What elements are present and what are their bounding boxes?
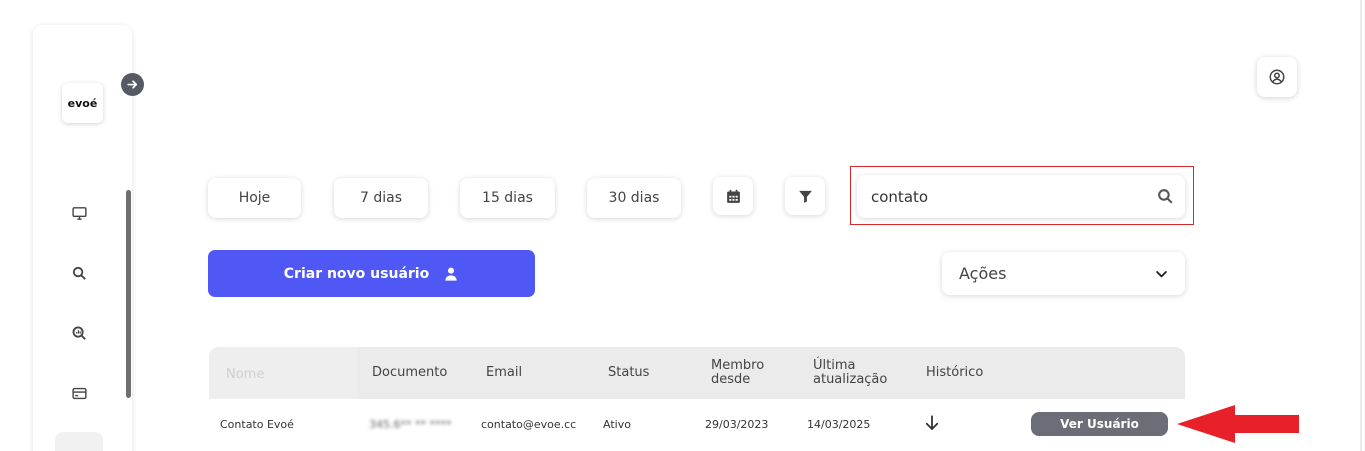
actions-dropdown[interactable]: Ações xyxy=(942,252,1185,295)
filter-today-button[interactable]: Hoje xyxy=(208,178,301,218)
sidebar-item-monitor[interactable] xyxy=(69,203,89,223)
filter-30-days-button[interactable]: 30 dias xyxy=(587,178,681,218)
page-edge-divider xyxy=(1360,0,1362,451)
actions-dropdown-label: Ações xyxy=(959,264,1007,283)
sidebar: evoé xyxy=(33,25,132,451)
header-member-since-line1: Membro xyxy=(711,358,765,373)
create-user-label: Criar novo usuário xyxy=(283,265,430,282)
page: evoé Hoje 7 dias 15 dias 30 dias contato… xyxy=(0,0,1365,451)
user-circle-icon xyxy=(1269,69,1285,85)
credit-card-icon xyxy=(71,387,87,399)
header-last-update-line2: atualização xyxy=(813,372,888,387)
arrow-right-icon xyxy=(127,80,138,89)
header-last-update-line1: Última xyxy=(813,358,856,373)
filter-funnel-icon xyxy=(798,190,812,203)
arrow-down-icon[interactable] xyxy=(923,414,941,432)
search-chart-icon xyxy=(72,326,86,340)
search-icon[interactable] xyxy=(1156,187,1175,206)
cell-status: Ativo xyxy=(603,418,631,431)
header-member-since-line2: desde xyxy=(711,372,751,387)
header-email[interactable]: Email xyxy=(486,366,522,380)
create-user-button[interactable]: Criar novo usuário xyxy=(208,250,535,297)
cell-last-update: 14/03/2025 xyxy=(807,418,871,431)
search-box[interactable] xyxy=(857,175,1185,218)
header-name[interactable]: Nome xyxy=(226,368,264,382)
annotation-arrow-icon xyxy=(1177,405,1299,443)
header-document[interactable]: Documento xyxy=(372,366,447,380)
cell-name: Contato Evoé xyxy=(220,418,294,431)
cell-member-since: 29/03/2023 xyxy=(705,418,769,431)
monitor-icon xyxy=(71,206,87,220)
table-row[interactable]: Contato Evoé 345.6** ** **** contato@evo… xyxy=(209,399,1185,451)
logo[interactable]: evoé xyxy=(62,83,103,123)
search-input[interactable] xyxy=(871,175,1141,218)
sidebar-expand-button[interactable] xyxy=(121,73,144,96)
sidebar-item-search[interactable] xyxy=(69,263,89,283)
header-history[interactable]: Histórico xyxy=(926,366,983,380)
calendar-button[interactable] xyxy=(713,177,753,215)
cell-email: contato@evoe.cc xyxy=(481,418,577,431)
sidebar-item-credit-card[interactable] xyxy=(69,383,89,403)
header-member-since[interactable]: Membro desde xyxy=(711,359,764,387)
view-user-button[interactable]: Ver Usuário xyxy=(1031,412,1168,436)
cell-document: 345.6** ** **** xyxy=(369,418,452,431)
table-header: Nome Documento Email Status Membro desde… xyxy=(209,347,1185,399)
profile-button[interactable] xyxy=(1257,57,1297,97)
filter-7-days-button[interactable]: 7 dias xyxy=(334,178,428,218)
sidebar-item-partial[interactable] xyxy=(55,432,103,451)
users-table: Nome Documento Email Status Membro desde… xyxy=(209,347,1185,451)
sidebar-item-search-chart[interactable] xyxy=(69,323,89,343)
calendar-icon xyxy=(726,189,740,203)
header-last-update[interactable]: Última atualização xyxy=(813,359,887,387)
header-status[interactable]: Status xyxy=(608,366,649,380)
user-icon xyxy=(445,267,457,281)
filter-15-days-button[interactable]: 15 dias xyxy=(460,178,555,218)
search-icon xyxy=(72,266,86,280)
chevron-down-icon xyxy=(1156,271,1167,278)
sidebar-scrollbar[interactable] xyxy=(126,190,131,398)
filter-button[interactable] xyxy=(785,177,825,215)
